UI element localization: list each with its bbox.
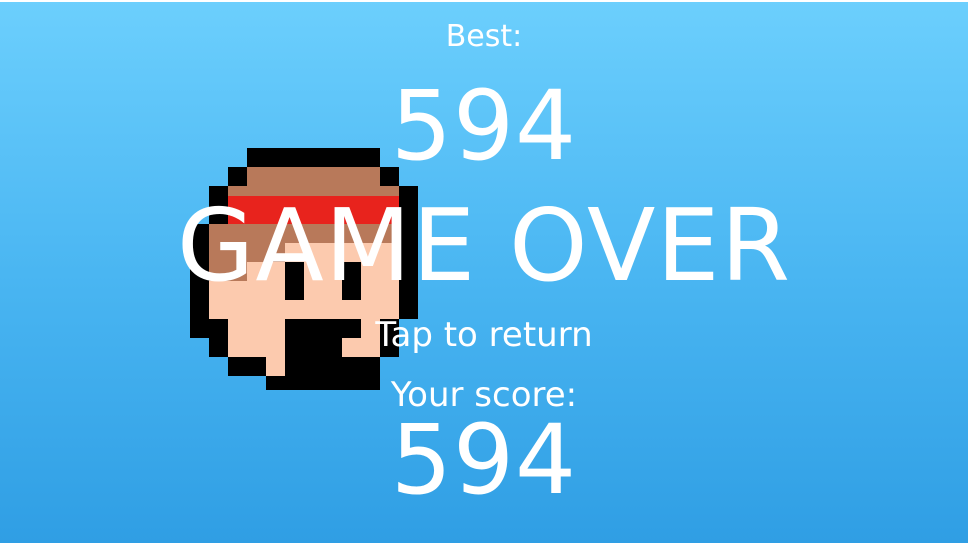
best-score-label: Best: xyxy=(445,19,523,54)
your-score-value: 594 xyxy=(390,404,578,516)
game-over-screen[interactable]: { "best": { "label": "Best:", "value": "… xyxy=(0,0,968,545)
game-over-title: GAME OVER xyxy=(176,187,792,304)
tap-to-return-prompt[interactable]: Tap to return xyxy=(0,318,968,352)
top-border-line xyxy=(0,0,968,2)
best-score-value: 594 xyxy=(390,70,578,182)
